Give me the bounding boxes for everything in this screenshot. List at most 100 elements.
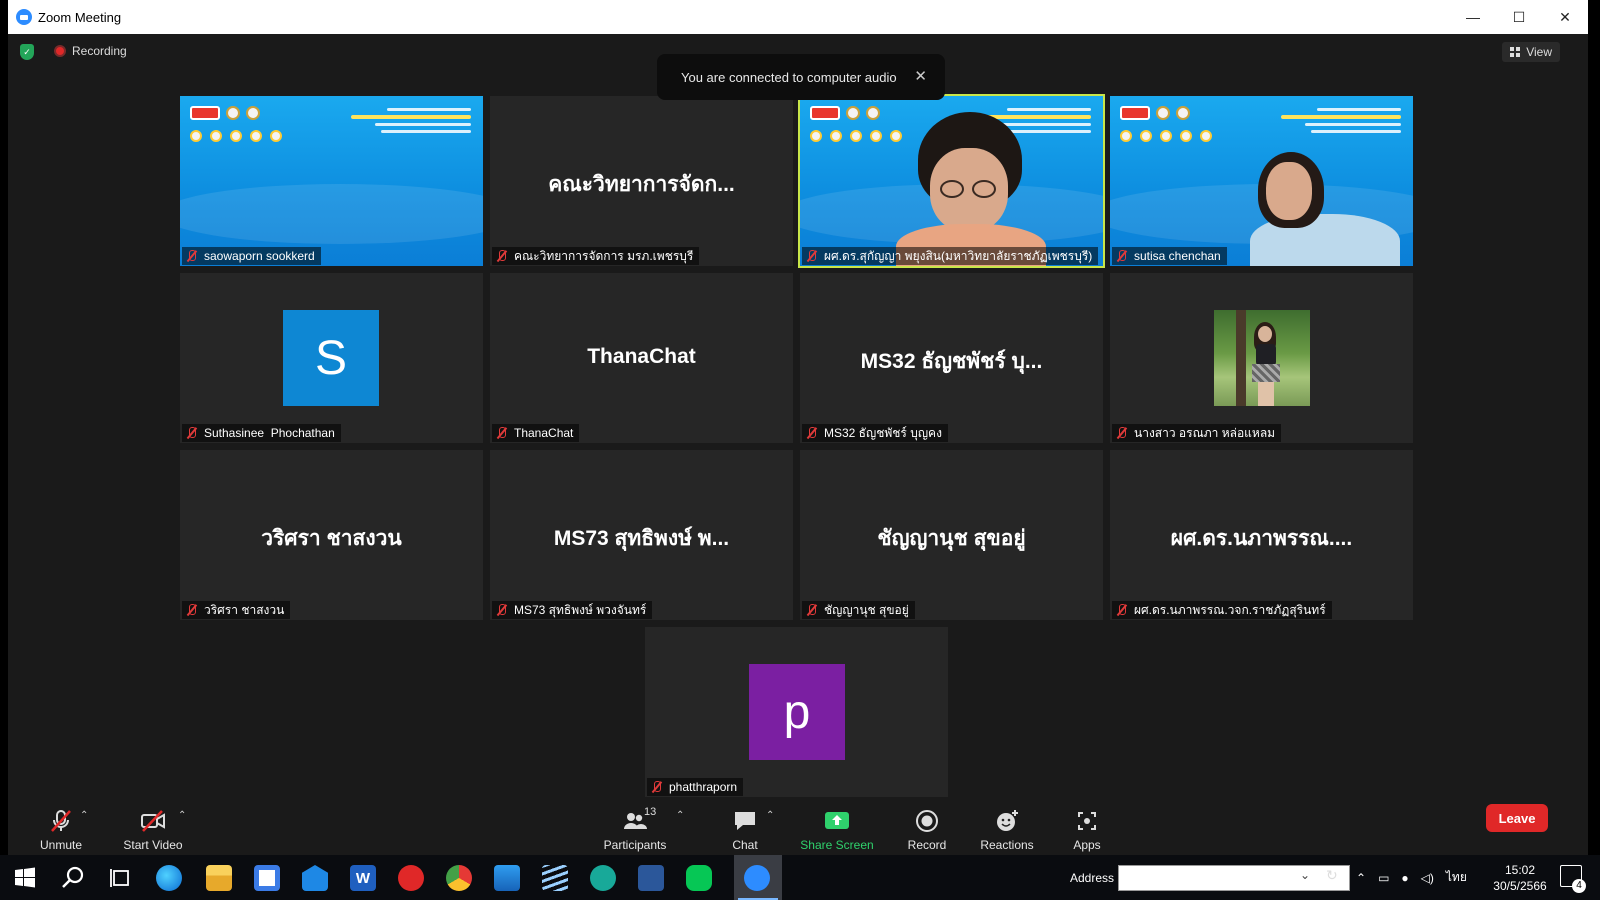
participant-display-name: MS73 สุทธิพงษ์ พ... — [553, 527, 730, 550]
unmute-button[interactable]: Unmute — [16, 800, 106, 855]
apps-icon — [1078, 812, 1096, 830]
participant-name-label: sutisa chenchan — [1112, 247, 1227, 265]
audio-options-caret[interactable]: ⌃ — [80, 810, 88, 821]
leave-button[interactable]: Leave — [1486, 804, 1548, 832]
participant-name-label: Suthasinee Phochathan — [182, 424, 341, 442]
chrome-icon[interactable] — [446, 865, 472, 891]
recording-indicator[interactable]: Recording — [54, 44, 127, 58]
start-video-button[interactable]: Start Video — [108, 800, 198, 855]
line-app-icon[interactable] — [686, 865, 712, 891]
document-app-icon[interactable] — [638, 865, 664, 891]
participant-tile[interactable]: นางสาว อรณภา หล่อแหลม — [1110, 273, 1413, 443]
file-explorer-icon[interactable] — [206, 865, 232, 891]
participant-display-name: ชัญญานุช สุขอยู่ — [877, 527, 1026, 550]
share-screen-button[interactable]: Share Screen — [792, 800, 882, 855]
mail-icon[interactable] — [302, 865, 328, 891]
video-options-caret[interactable]: ⌃ — [178, 810, 186, 821]
search-icon[interactable] — [60, 865, 86, 891]
muted-mic-icon — [1116, 604, 1128, 616]
participant-display-name: ผศ.ดร.นภาพรรณ.... — [1170, 527, 1353, 550]
participant-name-label: MS32 ธัญชพัชร์ บุญคง — [802, 424, 948, 442]
participant-tile[interactable]: saowaporn sookkerd — [180, 96, 483, 266]
snipping-tool-icon[interactable] — [542, 865, 568, 891]
view-button[interactable]: View — [1502, 42, 1560, 62]
record-icon — [916, 810, 938, 832]
participant-name-label: saowaporn sookkerd — [182, 247, 321, 265]
reactions-button[interactable]: Reactions — [962, 800, 1052, 855]
participant-tile[interactable]: S Suthasinee Phochathan — [180, 273, 483, 443]
active-speaker-tile[interactable]: ผศ.ดร.สุกัญญา พยุงสิน(มหาวิทยาลัยราชภัฏเ… — [798, 94, 1105, 268]
participants-button[interactable]: 13 Participants — [590, 800, 680, 855]
edge-browser-icon[interactable] — [156, 865, 182, 891]
photos-icon[interactable] — [494, 865, 520, 891]
task-view-icon[interactable] — [108, 865, 134, 891]
microphone-icon[interactable]: ● — [1401, 871, 1408, 885]
window-title: Zoom Meeting — [38, 9, 122, 25]
address-toolbar-label: Address — [1070, 870, 1115, 885]
participant-tile[interactable]: ผศ.ดร.นภาพรรณ.... ผศ.ดร.นภาพรรณ.วจก.ราชภ… — [1110, 450, 1413, 620]
participant-name-label: คณะวิทยาการจัดการ มรภ.เพชรบุรี — [492, 247, 700, 265]
muted-mic-icon — [1116, 250, 1128, 262]
clock-time: 15:02 — [1504, 863, 1536, 877]
app-hexagon-icon[interactable] — [590, 865, 616, 891]
view-label: View — [1526, 45, 1552, 59]
store-icon[interactable] — [254, 865, 280, 891]
participant-tile[interactable]: MS32 ธัญชพัชร์ บุ... MS32 ธัญชพัชร์ บุญค… — [800, 273, 1103, 443]
muted-mic-icon — [186, 427, 198, 439]
close-button[interactable]: ✕ — [1542, 0, 1588, 34]
windows-start-icon[interactable] — [12, 865, 38, 891]
muted-mic-icon — [496, 604, 508, 616]
title-bar: Zoom Meeting — ☐ ✕ — [8, 0, 1588, 34]
refresh-icon[interactable]: ↻ — [1326, 867, 1338, 884]
muted-mic-icon — [186, 250, 198, 262]
participant-avatar: S — [283, 310, 379, 406]
share-screen-icon — [825, 812, 849, 829]
participant-tile[interactable]: sutisa chenchan — [1110, 96, 1413, 266]
chat-caret[interactable]: ⌃ — [766, 810, 774, 821]
participant-tile[interactable]: MS73 สุทธิพงษ์ พ... MS73 สุทธิพงษ์ พวงจั… — [490, 450, 793, 620]
participant-tile[interactable]: ThanaChat ThanaChat — [490, 273, 793, 443]
word-icon[interactable]: W — [350, 865, 376, 891]
muted-mic-icon — [806, 604, 818, 616]
recording-dot-icon — [54, 45, 66, 57]
address-input[interactable] — [1118, 865, 1350, 891]
muted-mic-icon — [1116, 427, 1128, 439]
participant-profile-photo — [1214, 310, 1310, 406]
windows-taskbar: W Address ⌄ ↻ ⌃ ▭ ● ◁) ไทย 15:02 30/5/25… — [0, 855, 1600, 900]
participant-tile[interactable]: p phatthraporn — [645, 627, 948, 797]
language-indicator[interactable]: ไทย — [1446, 868, 1467, 887]
minimize-button[interactable]: — — [1450, 0, 1496, 34]
participant-tile[interactable]: วริศรา ชาสงวน วริศรา ชาสงวน — [180, 450, 483, 620]
address-dropdown-icon[interactable]: ⌄ — [1300, 868, 1310, 882]
tray-expand-icon[interactable]: ⌃ — [1356, 871, 1366, 885]
audio-connected-toast: You are connected to computer audio ✕ — [657, 54, 945, 100]
volume-icon[interactable]: ◁) — [1421, 871, 1434, 885]
chat-button[interactable]: Chat — [700, 800, 790, 855]
participant-display-name: MS32 ธัญชพัชร์ บุ... — [860, 350, 1043, 373]
participant-name-label: phatthraporn — [647, 778, 744, 796]
record-button[interactable]: Record — [882, 800, 972, 855]
participant-display-name: วริศรา ชาสงวน — [261, 527, 402, 550]
network-icon[interactable]: ▭ — [1378, 871, 1389, 885]
participant-tile[interactable]: คณะวิทยาการจัดก... คณะวิทยาการจัดการ มรภ… — [490, 96, 793, 266]
grid-icon — [1510, 47, 1521, 57]
zoom-logo-icon — [16, 9, 32, 25]
participants-caret[interactable]: ⌃ — [676, 810, 684, 821]
maximize-button[interactable]: ☐ — [1496, 0, 1542, 34]
participant-avatar: p — [749, 664, 845, 760]
apps-button[interactable]: Apps — [1042, 800, 1132, 855]
toast-close-icon[interactable]: ✕ — [914, 67, 927, 85]
participant-name-label: ThanaChat — [492, 424, 580, 442]
recording-label: Recording — [72, 44, 127, 58]
zoom-taskbar-icon[interactable] — [744, 865, 770, 891]
participants-icon: 13 — [622, 806, 656, 834]
participant-tile[interactable]: ชัญญานุช สุขอยู่ ชัญญานุช สุขอยู่ — [800, 450, 1103, 620]
clock-date: 30/5/2566 — [1493, 879, 1547, 893]
anydesk-icon[interactable] — [398, 865, 424, 891]
muted-mic-icon — [806, 250, 818, 262]
participant-name-label: ผศ.ดร.นภาพรรณ.วจก.ราชภัฏสุรินทร์ — [1112, 601, 1332, 619]
security-shield-icon[interactable]: ✓ — [20, 44, 34, 60]
muted-mic-icon — [496, 427, 508, 439]
taskbar-clock[interactable]: 15:02 30/5/2566 — [1490, 862, 1550, 894]
participant-name-label: นางสาว อรณภา หล่อแหลม — [1112, 424, 1282, 442]
